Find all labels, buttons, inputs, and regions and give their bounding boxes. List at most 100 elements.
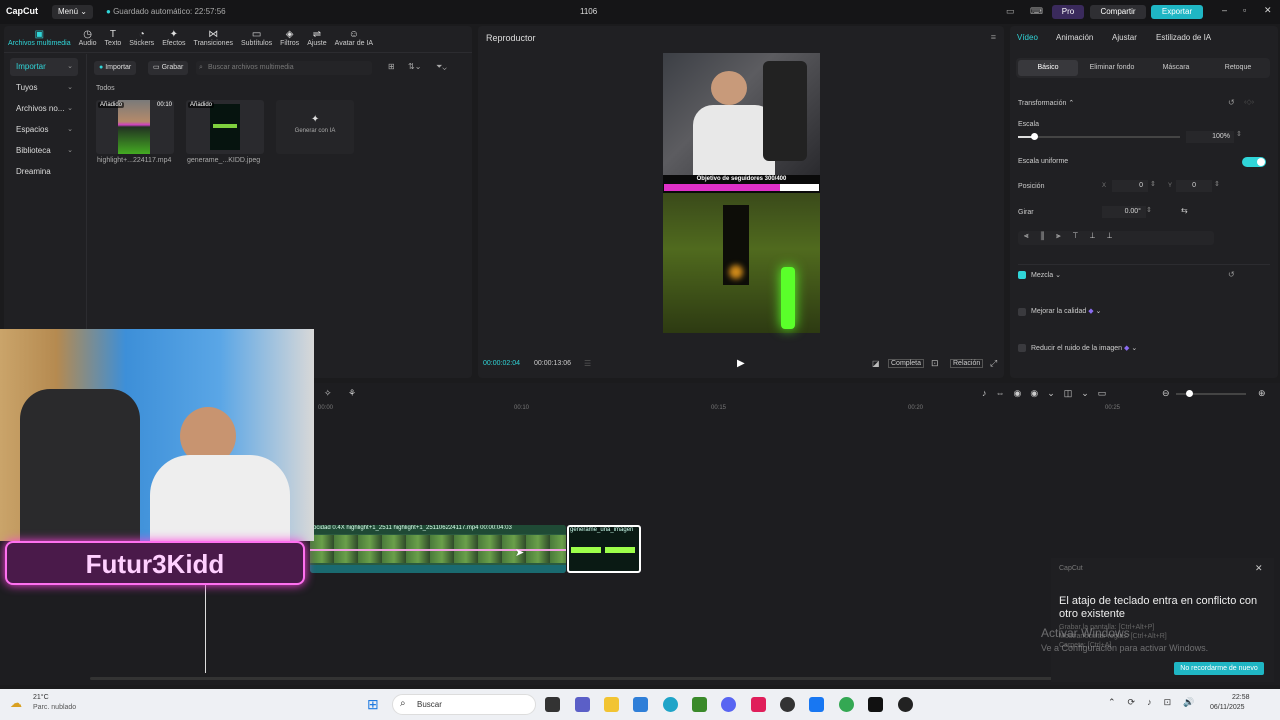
denoise-checkbox[interactable] — [1018, 344, 1026, 352]
sidebar-item[interactable]: Tuyos ⌄ — [10, 79, 78, 97]
stepper-icon[interactable]: ⇕ — [1214, 180, 1220, 188]
pro-button[interactable]: Pro — [1052, 5, 1084, 19]
minecraft-icon[interactable] — [692, 697, 707, 712]
tab-video[interactable]: Vídeo — [1017, 33, 1038, 42]
scale-value-field[interactable]: 100% — [1186, 131, 1234, 143]
record-button[interactable]: ▭ Grabar — [148, 61, 189, 75]
video-preview[interactable]: Objetivo de seguidores 300/400 — [663, 53, 820, 333]
reset-icon[interactable]: ↺ — [1228, 98, 1235, 107]
blend-header[interactable]: Mezcla ⌄ — [1031, 271, 1061, 279]
transform-header[interactable]: Transformación ⌃ — [1018, 99, 1074, 107]
uniform-scale-toggle[interactable] — [1242, 157, 1266, 167]
sidebar-item[interactable]: Biblioteca ⌄ — [10, 142, 78, 160]
layout-icon[interactable]: ▭ — [1006, 6, 1015, 17]
crop-icon[interactable]: ⊡ — [931, 358, 939, 369]
obs-icon[interactable] — [780, 697, 795, 712]
sort-icon[interactable]: ⇅⌄ — [408, 62, 421, 71]
discord-icon[interactable] — [721, 697, 736, 712]
tab-adjust[interactable]: Ajustar — [1112, 33, 1137, 42]
fullscreen-icon[interactable]: ⤢ — [990, 358, 997, 369]
denoise-header[interactable]: Reducir el ruido de la imagen ◆ ⌄ — [1031, 344, 1137, 352]
edge-icon[interactable] — [663, 697, 678, 712]
filter-icon[interactable]: ⏷⌄ — [436, 62, 447, 72]
store-icon[interactable] — [633, 697, 648, 712]
export-button[interactable]: Exportar — [1151, 5, 1203, 19]
tray-icons[interactable]: ⌃⟳♪⊡🔊 — [1108, 697, 1206, 708]
timeline-tools[interactable]: ♪⇔◉◉⌄◫⌄▭ — [982, 388, 1115, 399]
close-icon[interactable]: ✕ — [1264, 5, 1272, 16]
media-item[interactable]: Añadido 00:10 — [96, 100, 174, 154]
tab-sticker[interactable]: ◔ Stickers — [125, 26, 158, 50]
stepper-icon[interactable]: ⇕ — [1146, 206, 1152, 214]
player-menu-icon[interactable]: ≡ — [991, 32, 996, 42]
image-clip[interactable]: generame_una_imagen — [567, 525, 641, 573]
maximize-icon[interactable]: ▫ — [1243, 5, 1246, 15]
tiktok-icon[interactable] — [751, 697, 766, 712]
scale-slider-knob[interactable] — [1031, 133, 1039, 140]
blend-checkbox[interactable] — [1018, 271, 1026, 279]
position-y-field[interactable]: 0 — [1176, 180, 1212, 192]
rotate-field[interactable]: 0.00° — [1102, 206, 1146, 218]
zoom-slider[interactable] — [1176, 390, 1246, 397]
zoom-in-icon[interactable]: ⊕ — [1258, 388, 1266, 399]
media-search-input[interactable]: ⌕ Buscar archivos multimedia — [196, 61, 372, 75]
ai-edit-icon[interactable]: ⚘ — [348, 388, 356, 399]
teams-icon[interactable] — [575, 697, 590, 712]
magic-icon[interactable]: ✧ — [324, 388, 332, 399]
stepper-icon[interactable]: ⇕ — [1236, 130, 1242, 138]
taskbar-search[interactable]: ⌕ Buscar — [392, 694, 536, 715]
tab-adjust[interactable]: ⇌ Ajuste — [303, 26, 330, 50]
task-view-icon[interactable] — [545, 697, 560, 712]
tab-text[interactable]: T Texto — [101, 26, 126, 50]
play-icon[interactable]: ▶ — [737, 358, 745, 369]
flip-icon[interactable]: ⇆ — [1181, 206, 1188, 215]
zoom-knob[interactable] — [1186, 390, 1193, 397]
import-button[interactable]: ● Importar — [94, 61, 137, 75]
sidebar-item[interactable]: Espacios ⌄ — [10, 121, 78, 139]
keyboard-icon[interactable]: ⌨ — [1030, 6, 1043, 17]
windows-start-icon[interactable]: ⊞ — [367, 696, 379, 713]
tab-effects[interactable]: ✦ Efectos — [158, 26, 189, 50]
timeline-scrollbar[interactable] — [90, 677, 1190, 680]
sidebar-item[interactable]: Archivos no... ⌄ — [10, 100, 78, 118]
keyframe-icon[interactable]: ‹◇› — [1244, 98, 1254, 106]
tab-subtitles[interactable]: ▭ Subtítulos — [237, 26, 276, 50]
share-button[interactable]: Compartir — [1090, 5, 1146, 19]
grid-view-icon[interactable]: ⊞ — [388, 62, 395, 71]
align-buttons[interactable]: ⫷⫼⫸⊤⊥⊥ — [1018, 231, 1214, 245]
project-title[interactable]: 1106 — [580, 7, 597, 16]
tab-audio[interactable]: ◷ Audio — [75, 26, 101, 50]
subtab-mask[interactable]: Máscara — [1146, 60, 1206, 76]
dont-remind-button[interactable]: No recordarme de nuevo — [1174, 662, 1264, 675]
sidebar-item[interactable]: Importar ⌄ — [10, 58, 78, 76]
sidebar-item[interactable]: Dreamina — [10, 163, 78, 181]
tab-ai-avatar[interactable]: ☺ Avatar de IA — [331, 26, 377, 50]
reset-icon[interactable]: ↺ — [1228, 270, 1235, 279]
menu-button[interactable]: Menú ⌄ — [52, 5, 93, 19]
tab-transitions[interactable]: ⋈ Transiciones — [190, 26, 237, 50]
chrome-icon[interactable] — [839, 697, 854, 712]
facebook-icon[interactable] — [809, 697, 824, 712]
clock-date[interactable]: 06/11/2025 — [1210, 704, 1245, 711]
video-clip[interactable]: ocidad 0.4X highlight+1_2511 highlight+1… — [310, 525, 566, 573]
media-player-icon[interactable] — [898, 697, 913, 712]
enhance-checkbox[interactable] — [1018, 308, 1026, 316]
media-item[interactable]: Añadido — [186, 100, 264, 154]
tab-animation[interactable]: Animación — [1056, 33, 1093, 42]
minimize-icon[interactable]: – — [1222, 5, 1227, 15]
tab-media[interactable]: ▣ Archivos multimedia — [4, 26, 75, 50]
clock-time[interactable]: 22:58 — [1232, 694, 1250, 701]
subtab-basic[interactable]: Básico — [1018, 60, 1078, 76]
enhance-header[interactable]: Mejorar la calidad ◆ ⌄ — [1031, 307, 1101, 315]
quality-icon[interactable]: ◪ — [872, 359, 880, 368]
position-x-field[interactable]: 0 — [1112, 180, 1148, 192]
capcut-taskbar-icon[interactable] — [868, 697, 883, 712]
scale-slider[interactable] — [1018, 133, 1180, 140]
timeline-settings-icon[interactable]: ☰ — [584, 359, 591, 368]
close-icon[interactable]: ✕ — [1255, 563, 1263, 574]
aspect-ratio-button[interactable]: Relación — [950, 359, 984, 368]
stepper-icon[interactable]: ⇕ — [1150, 180, 1156, 188]
full-quality-button[interactable]: Completa — [888, 359, 924, 368]
zoom-out-icon[interactable]: ⊖ — [1162, 388, 1170, 399]
subtab-retouch[interactable]: Retoque — [1208, 60, 1268, 76]
